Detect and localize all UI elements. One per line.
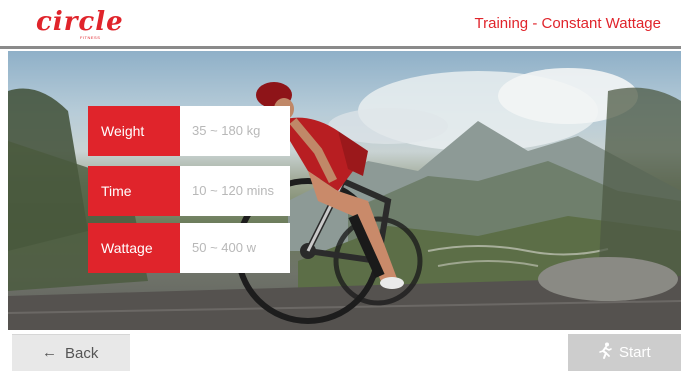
back-button[interactable]: ← Back: [12, 334, 130, 371]
weight-label: Weight: [88, 106, 180, 156]
running-person-icon: [599, 342, 612, 359]
start-button-label: Start: [619, 344, 651, 361]
footer-bar: ← Back Start: [0, 330, 681, 371]
arrow-left-icon: ←: [42, 344, 57, 361]
weight-row: Weight 35 ~ 180 kg: [88, 106, 290, 156]
back-button-label: Back: [65, 345, 99, 362]
time-row: Time 10 ~ 120 mins: [88, 166, 290, 216]
weight-value: 35 ~ 180 kg: [180, 106, 290, 156]
wattage-row: Wattage 50 ~ 400 w: [88, 223, 290, 273]
page-title: Training - Constant Wattage: [474, 15, 661, 32]
header-bar: circle FITNESS Training - Constant Watta…: [0, 0, 681, 46]
start-button[interactable]: Start: [568, 334, 681, 371]
logo-wordmark: circle: [36, 7, 124, 37]
time-value: 10 ~ 120 mins: [180, 166, 290, 216]
app-screen: circle FITNESS Training - Constant Watta…: [0, 0, 681, 371]
header-divider: [0, 46, 681, 49]
logo-subtext: FITNESS: [80, 35, 101, 40]
wattage-label: Wattage: [88, 223, 180, 273]
wattage-value: 50 ~ 400 w: [180, 223, 290, 273]
circle-fitness-logo: circle FITNESS: [36, 8, 146, 40]
time-label: Time: [88, 166, 180, 216]
